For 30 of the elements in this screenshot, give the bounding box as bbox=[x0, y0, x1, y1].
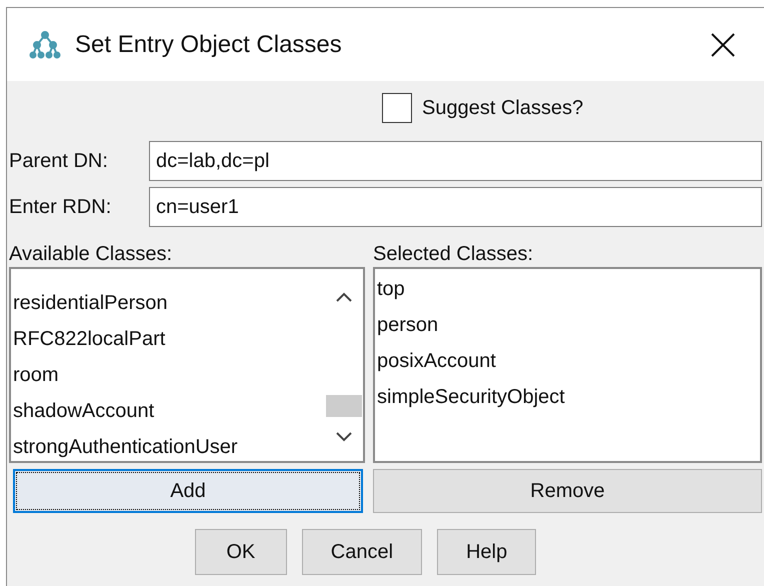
remove-button[interactable]: Remove bbox=[373, 469, 762, 513]
list-item[interactable]: RFC822localPart bbox=[13, 321, 325, 357]
close-icon[interactable] bbox=[710, 32, 736, 58]
list-item[interactable]: top bbox=[377, 271, 760, 307]
window-title: Set Entry Object Classes bbox=[75, 30, 342, 60]
scroll-down-icon[interactable] bbox=[335, 431, 353, 443]
input-field[interactable]: dc=lab,dc=pl bbox=[149, 141, 762, 181]
network-icon bbox=[29, 28, 61, 60]
scroll-up-icon[interactable] bbox=[335, 291, 353, 303]
available-classes-list[interactable]: residentialPerson RFC822localPart room shadowAccount strongAuthenticationUser bbox=[9, 267, 365, 463]
input-field[interactable]: cn=user1 bbox=[149, 187, 762, 227]
list-item[interactable]: person bbox=[377, 307, 760, 343]
checkbox-label: Suggest Classes? bbox=[422, 96, 584, 121]
list-label: Available Classes: bbox=[9, 242, 174, 267]
dialog-button[interactable]: Help bbox=[437, 529, 536, 575]
list-item[interactable]: posixAccount bbox=[377, 343, 760, 379]
dialog-button[interactable]: Cancel bbox=[302, 529, 422, 575]
add-button[interactable]: Add bbox=[13, 469, 363, 513]
suggest-checkbox[interactable] bbox=[382, 93, 412, 123]
list-label: Selected Classes: bbox=[373, 242, 534, 267]
scrollbar-thumb[interactable] bbox=[326, 395, 362, 417]
list-item[interactable]: shadowAccount bbox=[13, 393, 325, 429]
list-item[interactable]: room bbox=[13, 357, 325, 393]
dialog-button[interactable]: OK bbox=[194, 529, 287, 575]
field-label: Enter RDN: bbox=[9, 195, 112, 220]
list-item[interactable]: residentialPerson bbox=[13, 285, 325, 321]
selected-classes-list[interactable]: top person posixAccount simpleSecurityObject bbox=[373, 267, 762, 463]
list-item[interactable]: strongAuthenticationUser bbox=[13, 429, 325, 465]
list-item[interactable]: simpleSecurityObject bbox=[377, 379, 760, 415]
field-label: Parent DN: bbox=[9, 149, 109, 174]
